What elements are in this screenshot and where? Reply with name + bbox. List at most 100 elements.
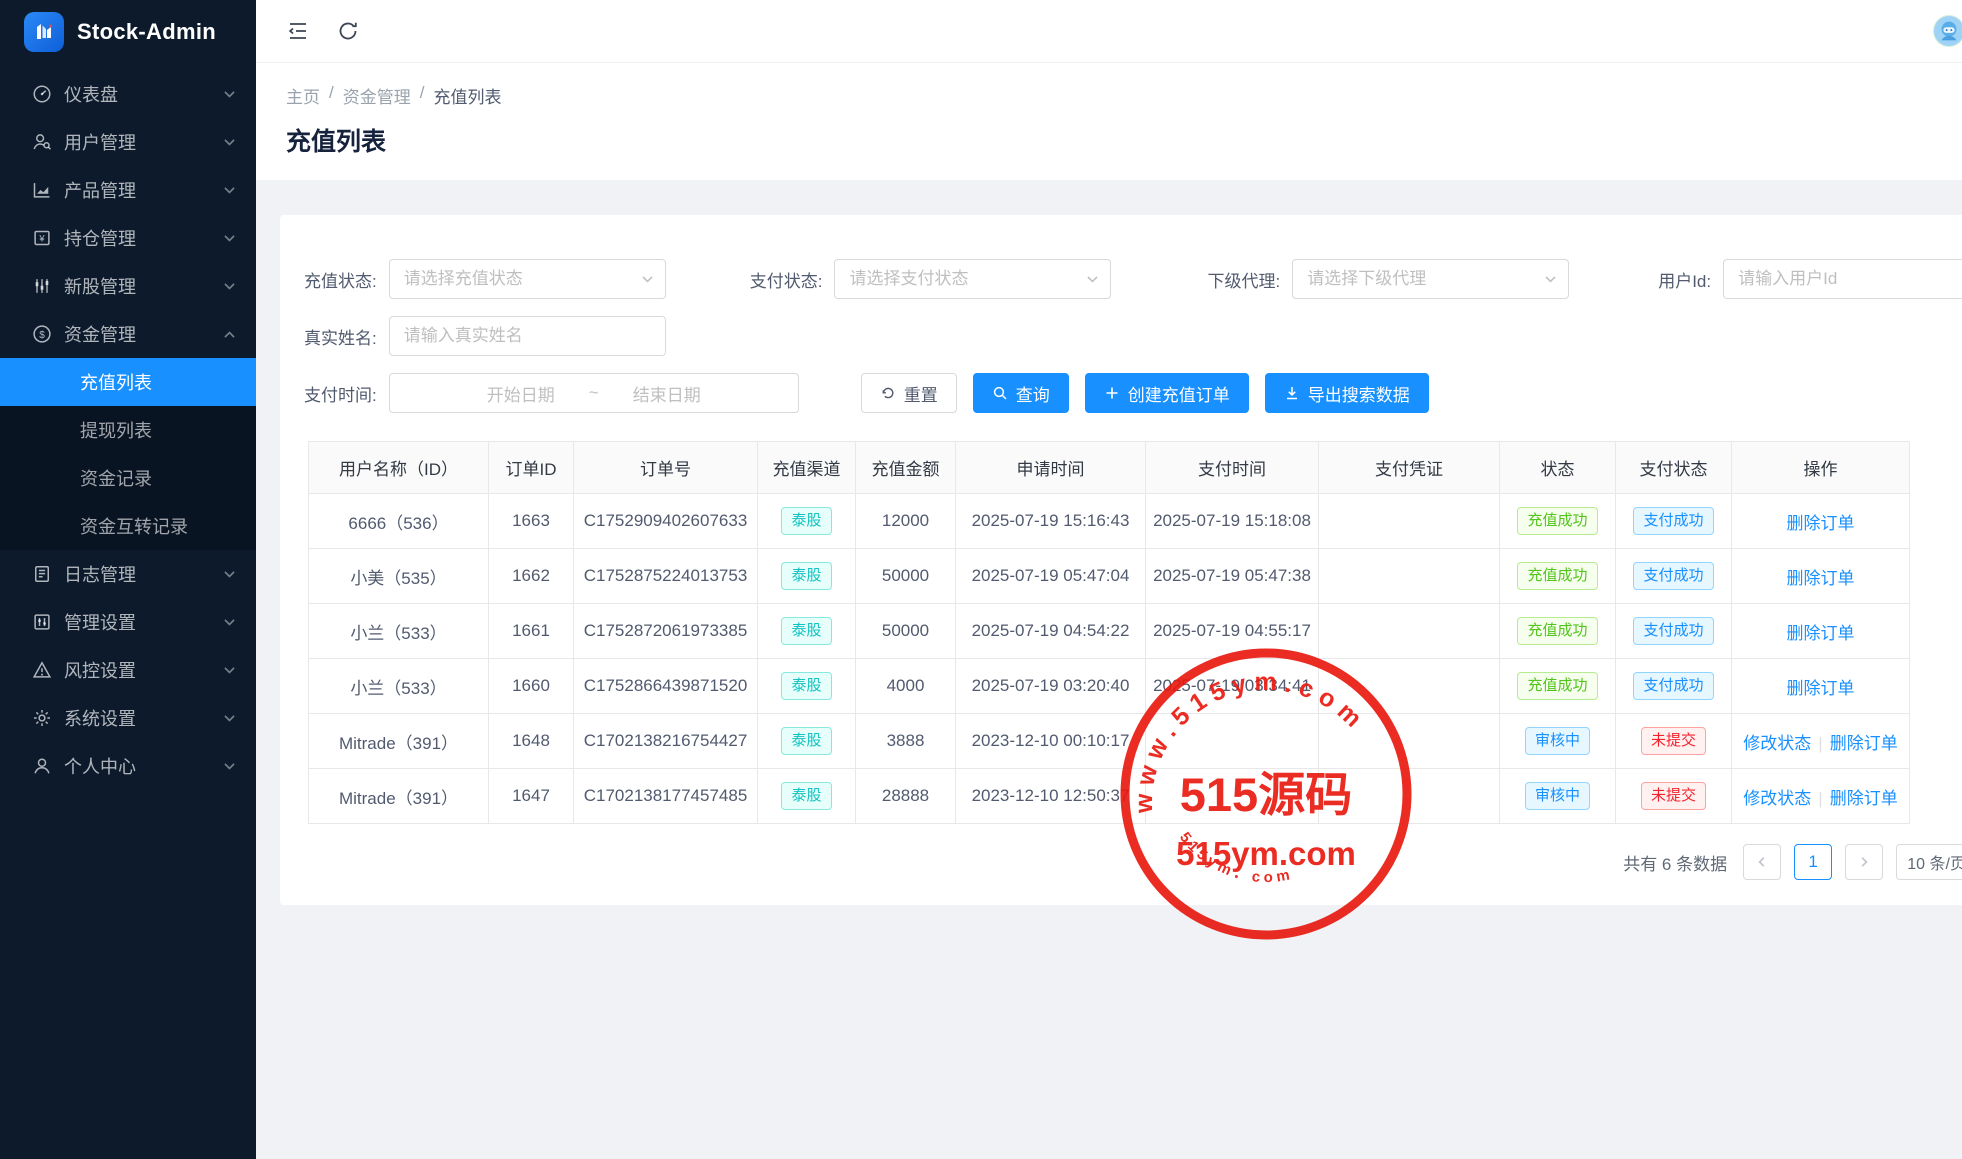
- pay-status-cell: 未提交: [1616, 769, 1732, 824]
- sidebar-item-user-management[interactable]: 用户管理: [0, 118, 256, 166]
- delete-order-link[interactable]: 删除订单: [1787, 624, 1855, 643]
- sidebar-item-label: 日志管理: [64, 561, 223, 587]
- sidebar-item-label: 产品管理: [64, 177, 223, 203]
- reset-icon: [880, 385, 896, 401]
- chevron-down-icon: [223, 136, 236, 149]
- order-id-cell: 1647: [489, 769, 574, 824]
- breadcrumb-separator: /: [420, 83, 425, 108]
- voucher-cell: [1319, 714, 1500, 769]
- sidebar-item-dashboard[interactable]: 仪表盘: [0, 70, 256, 118]
- delete-order-link[interactable]: 删除订单: [1787, 569, 1855, 588]
- status-cell: 充值成功: [1500, 659, 1616, 714]
- delete-order-link[interactable]: 删除订单: [1830, 789, 1898, 808]
- plus-icon: [1104, 385, 1120, 401]
- pay-time-cell: 2025-07-19 05:47:38: [1146, 549, 1319, 604]
- pagination-total: 共有 6 条数据: [1623, 850, 1727, 875]
- order-no-cell: C1752866439871520: [574, 659, 758, 714]
- agent-label: 下级代理:: [1207, 267, 1280, 292]
- apply-time-cell: 2025-07-19 15:16:43: [956, 494, 1146, 549]
- avatar: [1933, 15, 1962, 47]
- pay-status-cell: 支付成功: [1616, 494, 1732, 549]
- sidebar-submenu: 充值列表提现列表资金记录资金互转记录: [0, 358, 256, 550]
- voucher-cell: [1319, 494, 1500, 549]
- channel-cell: 泰股: [758, 549, 856, 604]
- breadcrumb-funds[interactable]: 资金管理: [343, 83, 411, 108]
- recharge-list-card: 充值状态: 支付状态: 下级代理:: [280, 215, 1962, 905]
- delete-order-link[interactable]: 删除订单: [1787, 679, 1855, 698]
- user-management-icon: [32, 132, 52, 152]
- sidebar-item-admin-settings[interactable]: 管理设置: [0, 598, 256, 646]
- status-cell: 充值成功: [1500, 604, 1616, 659]
- sidebar-subitem[interactable]: 资金记录: [0, 454, 256, 502]
- app-logo[interactable]: Stock-Admin: [0, 0, 256, 64]
- status-badge: 充值成功: [1517, 507, 1597, 536]
- sidebar-item-log-management[interactable]: 日志管理: [0, 550, 256, 598]
- order-no-cell: C1702138216754427: [574, 714, 758, 769]
- search-icon: [992, 385, 1008, 401]
- refresh-icon[interactable]: [336, 19, 360, 43]
- pay-status-cell: 支付成功: [1616, 604, 1732, 659]
- action-divider: |: [1818, 734, 1822, 753]
- pay-status-badge: 支付成功: [1633, 617, 1713, 646]
- table-row: 小兰（533）1660C1752866439871520泰股40002025-0…: [309, 659, 1910, 714]
- breadcrumb-current: 充值列表: [433, 83, 501, 108]
- page-size-select[interactable]: 10 条/页: [1896, 844, 1962, 880]
- voucher-cell: [1319, 604, 1500, 659]
- create-recharge-order-button[interactable]: 创建充值订单: [1085, 373, 1249, 413]
- real-name-input[interactable]: [389, 316, 666, 356]
- sidebar-item-funds-management[interactable]: $资金管理: [0, 310, 256, 358]
- chevron-down-icon: [223, 664, 236, 677]
- reset-button[interactable]: 重置: [861, 373, 957, 413]
- page-number-button[interactable]: 1: [1794, 844, 1832, 880]
- sidebar-item-ipo-management[interactable]: 新股管理: [0, 262, 256, 310]
- user-menu[interactable]: Mitrade: [1933, 15, 1962, 47]
- pay-time-range-picker[interactable]: 开始日期 ~ 结束日期: [389, 373, 799, 413]
- delete-order-link[interactable]: 删除订单: [1830, 734, 1898, 753]
- sidebar-subitem-label: 资金记录: [80, 465, 152, 491]
- user-cell: 小兰（533）: [309, 604, 489, 659]
- chevron-down-icon: [223, 568, 236, 581]
- table-row: 小美（535）1662C1752875224013753泰股500002025-…: [309, 549, 1910, 604]
- topbar: Mitrade: [256, 0, 1962, 63]
- pay-status-select[interactable]: [834, 259, 1111, 299]
- sidebar-item-system-settings[interactable]: 系统设置: [0, 694, 256, 742]
- column-header: 操作: [1732, 442, 1910, 494]
- actions-cell: 删除订单: [1732, 659, 1910, 714]
- column-header: 支付时间: [1146, 442, 1319, 494]
- admin-settings-icon: [32, 612, 52, 632]
- channel-badge: 泰股: [781, 507, 831, 536]
- modify-status-link[interactable]: 修改状态: [1743, 734, 1811, 753]
- sidebar-item-risk-settings[interactable]: 风控设置: [0, 646, 256, 694]
- actions-cell: 修改状态 | 删除订单: [1732, 714, 1910, 769]
- recharge-table: 用户名称（ID）订单ID订单号充值渠道充值金额申请时间支付时间支付凭证状态支付状…: [308, 441, 1910, 824]
- status-badge: 充值成功: [1517, 672, 1597, 701]
- search-button[interactable]: 查询: [973, 373, 1069, 413]
- next-page-button[interactable]: [1845, 844, 1883, 880]
- sidebar-item-position-management[interactable]: ¥持仓管理: [0, 214, 256, 262]
- prev-page-button[interactable]: [1743, 844, 1781, 880]
- recharge-status-select[interactable]: [389, 259, 666, 299]
- pay-status-badge: 未提交: [1641, 727, 1706, 756]
- modify-status-link[interactable]: 修改状态: [1743, 789, 1811, 808]
- export-search-data-button[interactable]: 导出搜索数据: [1265, 373, 1429, 413]
- order-id-cell: 1661: [489, 604, 574, 659]
- sidebar-item-label: 资金管理: [64, 321, 223, 347]
- status-badge: 充值成功: [1517, 562, 1597, 591]
- system-settings-icon: [32, 708, 52, 728]
- recharge-status-label: 充值状态:: [304, 267, 377, 292]
- agent-select[interactable]: [1292, 259, 1569, 299]
- delete-order-link[interactable]: 删除订单: [1787, 514, 1855, 533]
- column-header: 订单ID: [489, 442, 574, 494]
- sidebar-subitem[interactable]: 充值列表: [0, 358, 256, 406]
- channel-badge: 泰股: [781, 562, 831, 591]
- pay-time-cell: 2025-07-19 03:34:41: [1146, 659, 1319, 714]
- column-header: 支付状态: [1616, 442, 1732, 494]
- collapse-sidebar-icon[interactable]: [286, 19, 310, 43]
- user-id-input[interactable]: [1723, 259, 1962, 299]
- sidebar-item-profile[interactable]: 个人中心: [0, 742, 256, 790]
- breadcrumb-home[interactable]: 主页: [286, 83, 320, 108]
- channel-badge: 泰股: [781, 617, 831, 646]
- sidebar-subitem[interactable]: 提现列表: [0, 406, 256, 454]
- sidebar-item-product-management[interactable]: 产品管理: [0, 166, 256, 214]
- sidebar-subitem[interactable]: 资金互转记录: [0, 502, 256, 550]
